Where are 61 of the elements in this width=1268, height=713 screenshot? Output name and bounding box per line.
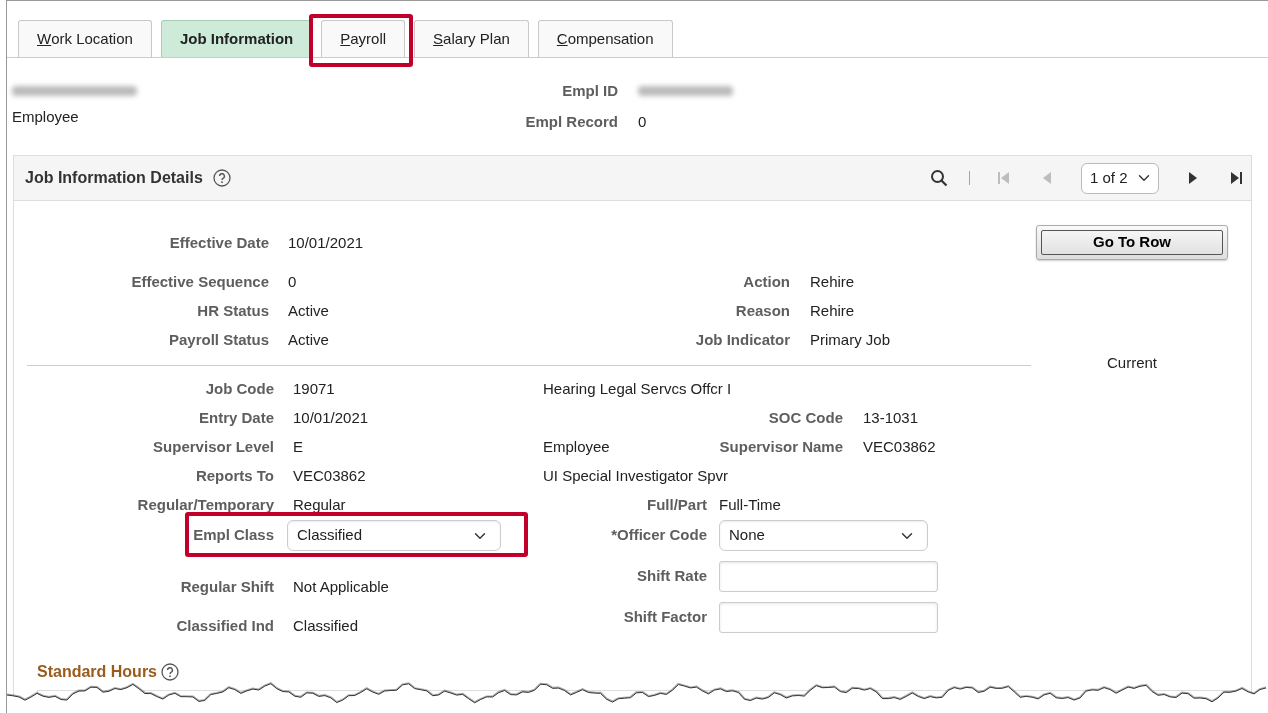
tab[interactable]: Salary Plan	[414, 20, 529, 57]
field-value: 0	[638, 111, 648, 132]
field-label: Action	[742, 272, 790, 293]
field-value: Classified	[293, 616, 359, 637]
field-label: Empl Record	[524, 111, 618, 132]
field-value: VEC03862	[863, 437, 936, 458]
description-text: Employee	[543, 437, 611, 458]
field-label: Supervisor Name	[718, 437, 843, 458]
field-value: 13-1031	[863, 408, 919, 429]
field-label: Reason	[734, 301, 790, 322]
field-label: Supervisor Level	[152, 437, 274, 458]
field-label: Entry Date	[197, 408, 274, 429]
help-icon[interactable]	[212, 169, 231, 187]
field-label: Classified Ind	[175, 616, 274, 637]
tab[interactable]: Compensation	[537, 20, 673, 57]
field-value: VEC03862	[293, 466, 366, 487]
search-icon[interactable]	[930, 169, 948, 187]
field-label: HR Status	[196, 301, 269, 322]
field-value: Primary Job	[810, 330, 891, 351]
dropdown[interactable]: None	[719, 520, 928, 551]
panel-title: Job Information Details	[25, 168, 203, 188]
description-text: Hearing Legal Servcs Offcr I	[543, 379, 732, 400]
tab[interactable]: Payroll	[321, 20, 406, 57]
field-label: Payroll Status	[167, 330, 269, 351]
field-value: E	[293, 437, 303, 458]
field-label: SOC Code	[767, 408, 843, 429]
field-label: Shift Factor	[622, 607, 707, 628]
input-field[interactable]	[719, 602, 938, 633]
field-value: Rehire	[810, 301, 855, 322]
tab[interactable]: Work Location	[18, 20, 152, 57]
field-label: Regular/Temporary	[136, 495, 274, 516]
row-status: Current	[1107, 353, 1157, 373]
field-value: 19071	[293, 379, 335, 400]
input-field[interactable]	[719, 561, 938, 592]
field-value: 0	[288, 272, 297, 293]
help-icon[interactable]	[161, 663, 179, 681]
field-value: Full-Time	[719, 495, 781, 516]
go-to-row-button[interactable]: Go To Row	[1036, 225, 1228, 260]
section-title: Standard Hours	[37, 662, 157, 682]
description-text: UI Special Investigator Spvr	[543, 466, 729, 487]
field-label: Empl Class	[192, 525, 274, 546]
field-value: Regular	[293, 495, 346, 516]
field-label: Job Indicator	[694, 330, 790, 351]
field-label: *Officer Code	[610, 525, 707, 546]
dropdown[interactable]: Classified	[287, 520, 501, 551]
field-label: Shift Rate	[636, 566, 707, 587]
field-label: Effective Sequence	[130, 272, 269, 293]
field-value: Rehire	[810, 272, 855, 293]
field-value: 10/01/2021	[288, 233, 364, 254]
field-value: Not Applicable	[293, 577, 389, 598]
field-label: Reports To	[194, 466, 274, 487]
field-value: 10/01/2021	[293, 408, 369, 429]
field-label: Empl ID	[561, 81, 618, 101]
field-label: Full/Part	[646, 495, 707, 516]
field-label: Regular Shift	[179, 577, 274, 598]
field-value: Active	[288, 330, 329, 351]
field-value: Active	[288, 301, 329, 322]
field-label: Job Code	[204, 379, 274, 400]
employee-type: Employee	[12, 107, 80, 127]
page-select[interactable]: 1 of 2	[1081, 162, 1159, 194]
field-label: Effective Date	[168, 233, 269, 254]
